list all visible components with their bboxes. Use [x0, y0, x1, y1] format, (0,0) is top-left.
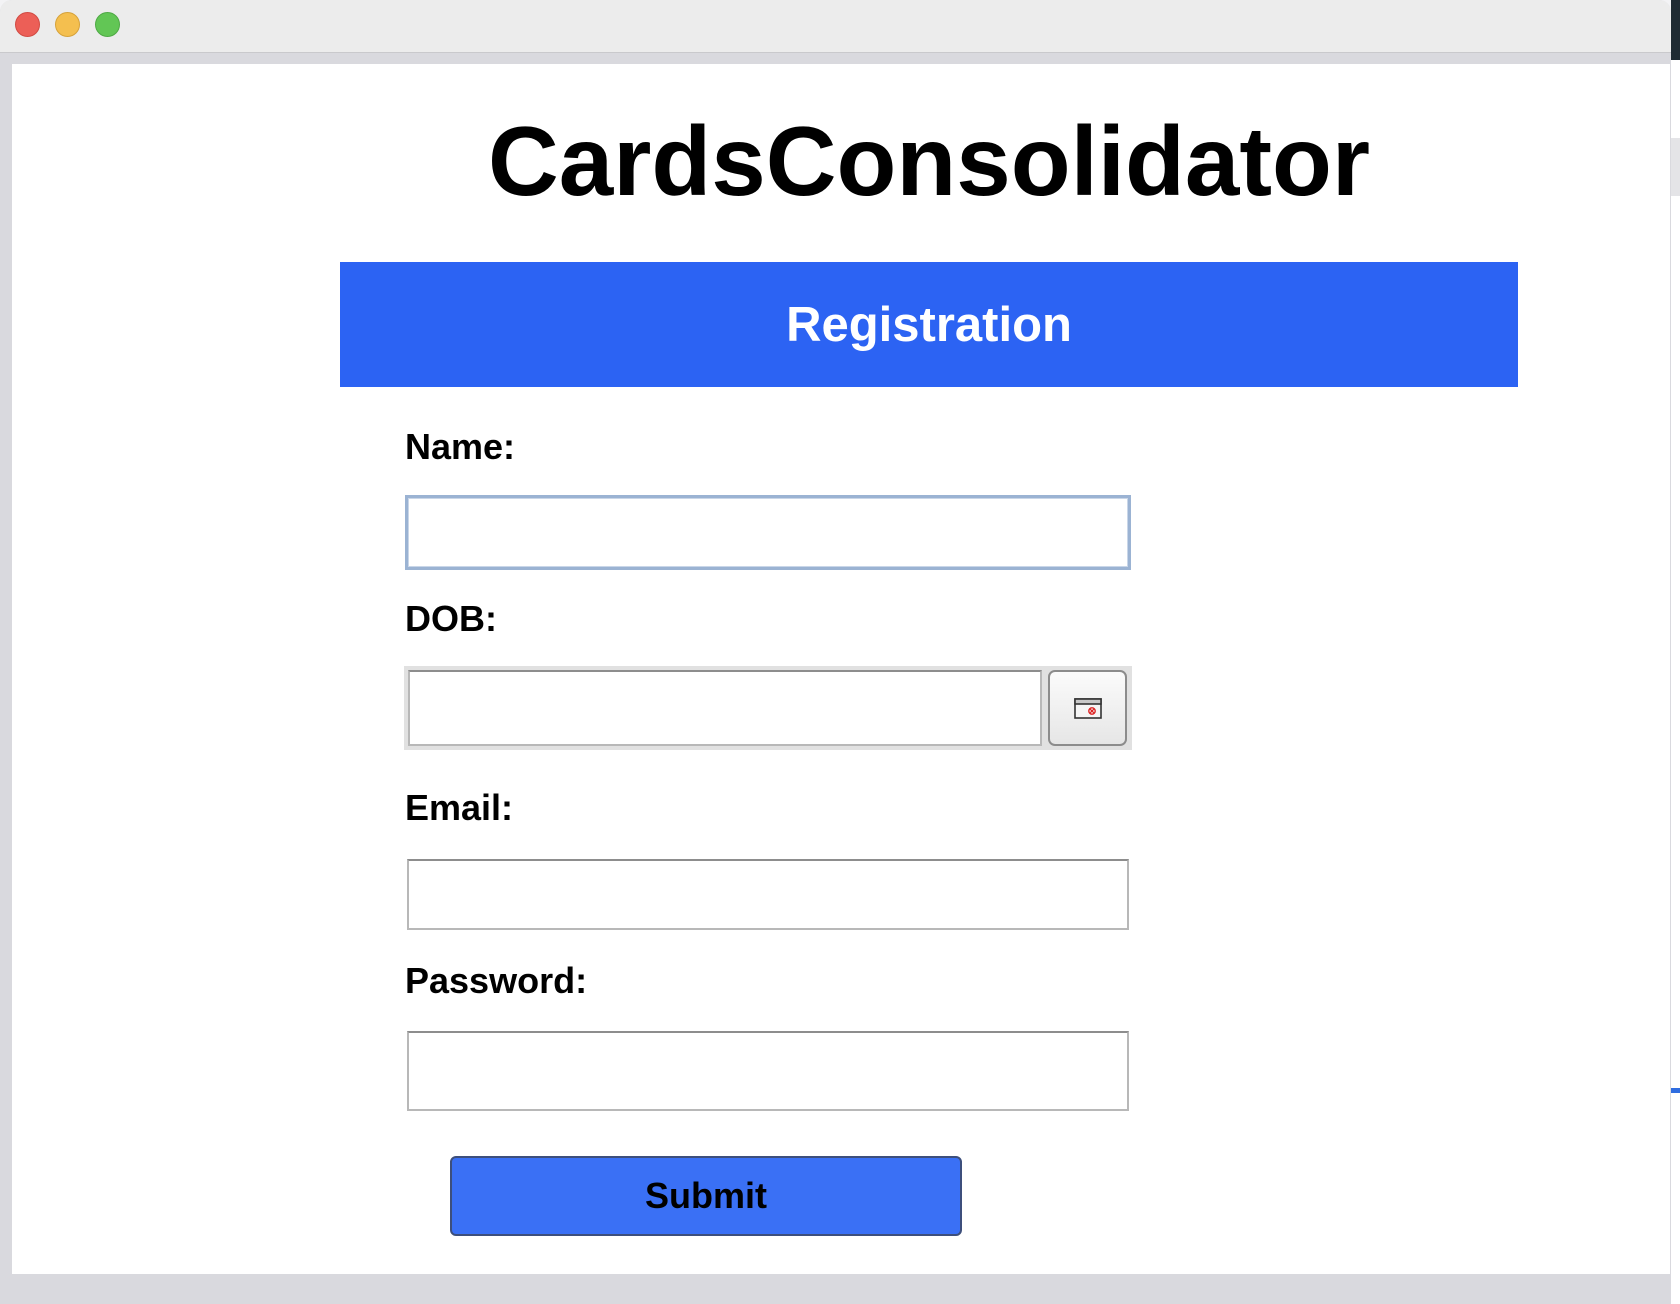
background-window-edge — [1671, 0, 1680, 1304]
registration-header: Registration — [340, 262, 1518, 387]
calendar-button[interactable] — [1048, 670, 1127, 746]
dob-input[interactable] — [408, 670, 1042, 746]
dob-label: DOB: — [405, 598, 497, 639]
dob-picker — [404, 666, 1132, 750]
minimize-icon[interactable] — [55, 12, 80, 37]
email-input[interactable] — [407, 859, 1129, 930]
app-title: CardsConsolidator — [487, 106, 1371, 216]
password-input[interactable] — [407, 1031, 1129, 1111]
registration-header-label: Registration — [786, 297, 1072, 352]
password-label: Password: — [405, 960, 588, 1001]
email-label: Email: — [405, 787, 514, 828]
name-label: Name: — [405, 426, 516, 467]
zoom-icon[interactable] — [95, 12, 120, 37]
calendar-icon — [1073, 698, 1102, 719]
window-bottom-bar — [0, 1274, 1671, 1304]
close-icon[interactable] — [15, 12, 40, 37]
name-input[interactable] — [405, 495, 1131, 570]
submit-button[interactable]: Submit — [450, 1156, 962, 1236]
app-window: CardsConsolidator Registration Name: DOB… — [0, 0, 1671, 1304]
title-bar[interactable] — [0, 0, 1671, 53]
